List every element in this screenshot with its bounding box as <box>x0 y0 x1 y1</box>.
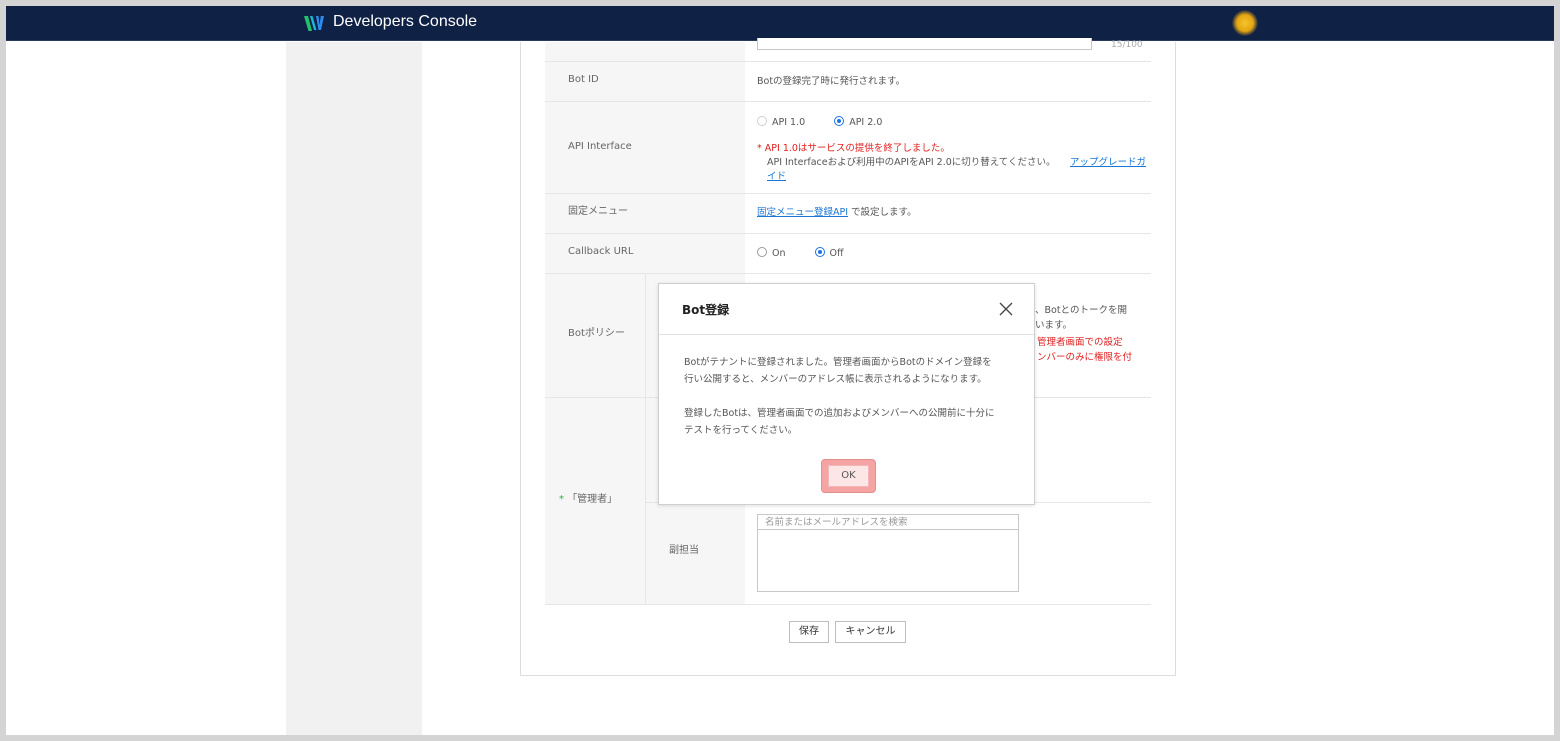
w-logo-icon[interactable] <box>303 13 325 33</box>
deputy-search-placeholder: 名前またはメールアドレスを検索 <box>765 517 908 528</box>
required-star: * <box>559 494 564 505</box>
save-button[interactable]: 保存 <box>789 621 829 643</box>
app-title[interactable]: Developers Console <box>333 12 477 32</box>
api-2-option[interactable]: API 2.0 <box>834 116 882 130</box>
api-interface-radios: API 1.0 API 2.0 <box>757 116 908 130</box>
radio-callback-off[interactable] <box>814 247 825 257</box>
form-row-callback: Callback URL On Off <box>545 234 1151 274</box>
fixed-menu-label: 固定メニュー <box>568 206 628 217</box>
radio-api-2[interactable] <box>834 116 845 126</box>
bot-policy-label: Botポリシー <box>568 328 625 339</box>
row-label-cell: Botポリシー <box>545 274 645 397</box>
dialog-header: Bot登録 <box>659 284 1034 335</box>
top-bar: Developers Console <box>6 6 1554 41</box>
dialog-text-1b: 行い公開すると、メンバーのアドレス帳に表示されるようになります。 <box>684 374 987 385</box>
row-label-cell: Bot ID <box>545 62 745 101</box>
upgrade-guide-link-cont[interactable]: イド <box>767 170 786 184</box>
form-row-name: 15/100 <box>545 38 1151 62</box>
api-2-label: API 2.0 <box>849 117 883 128</box>
api-1-label: API 1.0 <box>772 117 806 128</box>
row-label-cell: * 「管理者」 <box>545 398 645 604</box>
admin-label-text: 「管理者」 <box>567 494 618 505</box>
form-row-fixed-menu: 固定メニュー 固定メニュー登録API で設定します。 <box>545 194 1151 234</box>
ok-button[interactable]: OK <box>828 465 869 487</box>
fixed-menu-value: 固定メニュー登録API で設定します。 <box>757 206 917 220</box>
api-1-option[interactable]: API 1.0 <box>757 116 805 130</box>
callback-label: Callback URL <box>568 246 634 257</box>
bot-policy-text-1: 、Botとのトークを開 <box>1035 305 1127 316</box>
name-input[interactable] <box>757 38 1092 50</box>
deputy-search-input[interactable]: 名前またはメールアドレスを検索 <box>757 514 1019 530</box>
bot-policy-warning-2: ンバーのみに権限を付 <box>1037 352 1133 363</box>
bot-id-label: Bot ID <box>568 74 599 85</box>
radio-callback-on[interactable] <box>757 247 767 257</box>
bot-id-value: Botの登録完了時に発行されます。 <box>757 76 906 87</box>
close-icon[interactable] <box>999 302 1013 316</box>
cancel-button[interactable]: キャンセル <box>835 621 906 643</box>
callback-off-label: Off <box>829 248 844 259</box>
fixed-menu-api-link[interactable]: 固定メニュー登録API <box>757 207 848 218</box>
dialog-text-2a: 登録したBotは、管理者画面での追加およびメンバーへの公開前に十分に <box>684 408 995 419</box>
api-note: API Interfaceおよび利用中のAPIをAPI 2.0に切り替えてくださ… <box>767 157 1056 168</box>
upgrade-guide-link[interactable]: アップグレードガ <box>1070 156 1146 170</box>
api-interface-label: API Interface <box>568 141 632 152</box>
dialog-text-2b: テストを行ってください。 <box>684 425 798 436</box>
callback-on-option[interactable]: On <box>757 247 786 261</box>
char-counter: 15/100 <box>1111 40 1143 50</box>
dialog-title: Bot登録 <box>682 303 730 317</box>
fixed-menu-suffix: で設定します。 <box>848 207 917 218</box>
browser-viewport: Developers Console 15/100 Bot ID Botの登録完… <box>6 6 1554 735</box>
row-label-cell: API Interface <box>545 102 745 193</box>
deputy-selected-list[interactable] <box>757 529 1019 592</box>
admin-label: * 「管理者」 <box>559 493 617 507</box>
callback-on-label: On <box>772 248 786 259</box>
row-label-cell: 固定メニュー <box>545 194 745 233</box>
api-notice: * API 1.0はサービスの提供を終了しました。 <box>757 143 950 154</box>
callback-off-option[interactable]: Off <box>814 247 844 261</box>
row-label-cell <box>545 42 745 61</box>
deputy-label: 副担当 <box>669 545 699 556</box>
row-label-cell: Callback URL <box>545 234 745 273</box>
bot-registration-dialog: Bot登録 Botがテナントに登録されました。管理者画面からBotのドメイン登録… <box>658 283 1035 505</box>
user-avatar[interactable] <box>1232 10 1258 36</box>
ok-button-highlight: OK <box>821 459 876 493</box>
radio-api-1[interactable] <box>757 116 767 126</box>
bot-policy-warning-1: 管理者画面での設定 <box>1037 337 1123 348</box>
left-navigation <box>286 42 422 735</box>
bot-policy-text-2: います。 <box>1035 320 1073 331</box>
form-row-api-interface: API Interface API 1.0 API 2.0 * API 1.0は… <box>545 102 1151 194</box>
dialog-text-1a: Botがテナントに登録されました。管理者画面からBotのドメイン登録を <box>684 357 992 368</box>
form-row-bot-id: Bot ID Botの登録完了時に発行されます。 <box>545 62 1151 102</box>
callback-radios: On Off <box>757 247 870 261</box>
